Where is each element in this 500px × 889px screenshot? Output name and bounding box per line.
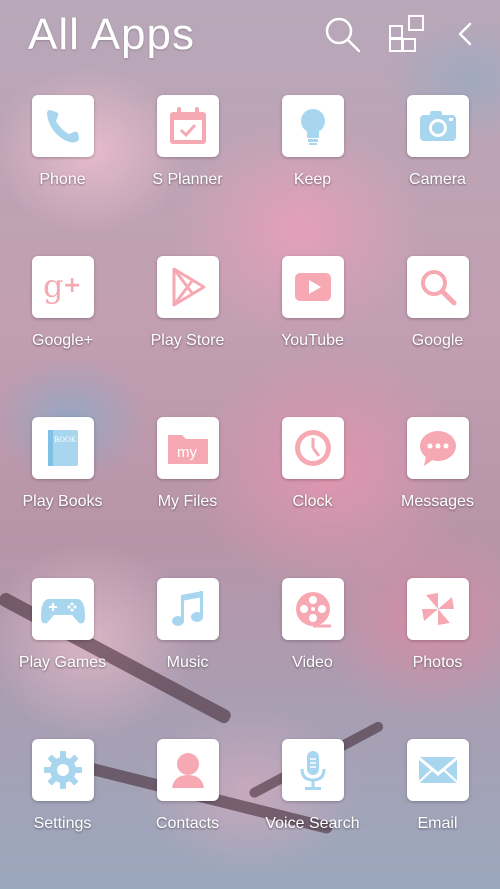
microphone-icon	[281, 739, 344, 801]
gamepad-icon	[31, 578, 94, 640]
app-label: My Files	[157, 493, 218, 510]
app-google[interactable]: Google	[375, 256, 500, 366]
app-google-plus[interactable]: g + Google+	[0, 256, 125, 366]
youtube-icon	[281, 256, 344, 318]
app-email[interactable]: Email	[375, 739, 500, 849]
message-bubble-icon	[406, 417, 469, 479]
app-label: YouTube	[281, 332, 344, 349]
book-icon: BOOK	[31, 417, 94, 479]
app-s-planner[interactable]: S Planner	[125, 95, 250, 205]
app-phone[interactable]: Phone	[0, 95, 125, 205]
film-reel-icon	[281, 578, 344, 640]
app-label: Play Books	[22, 493, 103, 510]
back-icon[interactable]	[452, 14, 492, 54]
gear-icon	[31, 739, 94, 801]
folder-text: my	[177, 444, 197, 461]
play-store-icon	[156, 256, 219, 318]
app-settings[interactable]: Settings	[0, 739, 125, 849]
clock-icon	[281, 417, 344, 479]
google-plus-icon: g +	[31, 256, 94, 318]
app-play-books[interactable]: BOOK Play Books	[0, 417, 125, 527]
app-label: Photos	[412, 654, 463, 671]
app-label: Settings	[33, 815, 92, 832]
app-label: Play Games	[18, 654, 107, 671]
app-play-store[interactable]: Play Store	[125, 256, 250, 366]
app-play-games[interactable]: Play Games	[0, 578, 125, 688]
calendar-icon	[156, 95, 219, 157]
app-drawer-header: All Apps	[0, 0, 500, 80]
app-label: Keep	[293, 171, 332, 188]
app-contacts[interactable]: Contacts	[125, 739, 250, 849]
folder-icon: my	[156, 417, 219, 479]
app-youtube[interactable]: YouTube	[250, 256, 375, 366]
app-music[interactable]: Music	[125, 578, 250, 688]
app-label: Camera	[409, 171, 466, 188]
app-messages[interactable]: Messages	[375, 417, 500, 527]
phone-icon	[31, 95, 94, 157]
app-my-files[interactable]: my My Files	[125, 417, 250, 527]
search-icon[interactable]	[322, 14, 362, 54]
camera-icon	[406, 95, 469, 157]
book-cover-text: BOOK	[54, 436, 77, 444]
app-label: Email	[417, 815, 458, 832]
app-photos[interactable]: Photos	[375, 578, 500, 688]
grid-icon[interactable]	[388, 14, 428, 54]
app-camera[interactable]: Camera	[375, 95, 500, 205]
pinwheel-icon	[406, 578, 469, 640]
google-search-icon	[406, 256, 469, 318]
app-label: Music	[166, 654, 209, 671]
app-label: Messages	[401, 493, 474, 510]
app-label: Clock	[292, 493, 333, 510]
svg-text:+: +	[63, 273, 81, 298]
app-voice-search[interactable]: Voice Search	[250, 739, 375, 849]
app-label: Video	[292, 654, 333, 671]
app-label: Play Store	[150, 332, 225, 349]
lightbulb-icon	[281, 95, 344, 157]
contact-person-icon	[156, 739, 219, 801]
page-title: All Apps	[28, 10, 195, 59]
app-label: Phone	[39, 171, 86, 188]
app-label: S Planner	[152, 171, 223, 188]
app-label: Voice Search	[265, 815, 360, 832]
svg-text:g: g	[43, 267, 63, 305]
app-video[interactable]: Video	[250, 578, 375, 688]
app-keep[interactable]: Keep	[250, 95, 375, 205]
app-clock[interactable]: Clock	[250, 417, 375, 527]
app-label: Contacts	[155, 815, 220, 832]
music-note-icon	[156, 578, 219, 640]
envelope-icon	[406, 739, 469, 801]
app-label: Google+	[32, 332, 93, 349]
app-label: Google	[411, 332, 464, 349]
